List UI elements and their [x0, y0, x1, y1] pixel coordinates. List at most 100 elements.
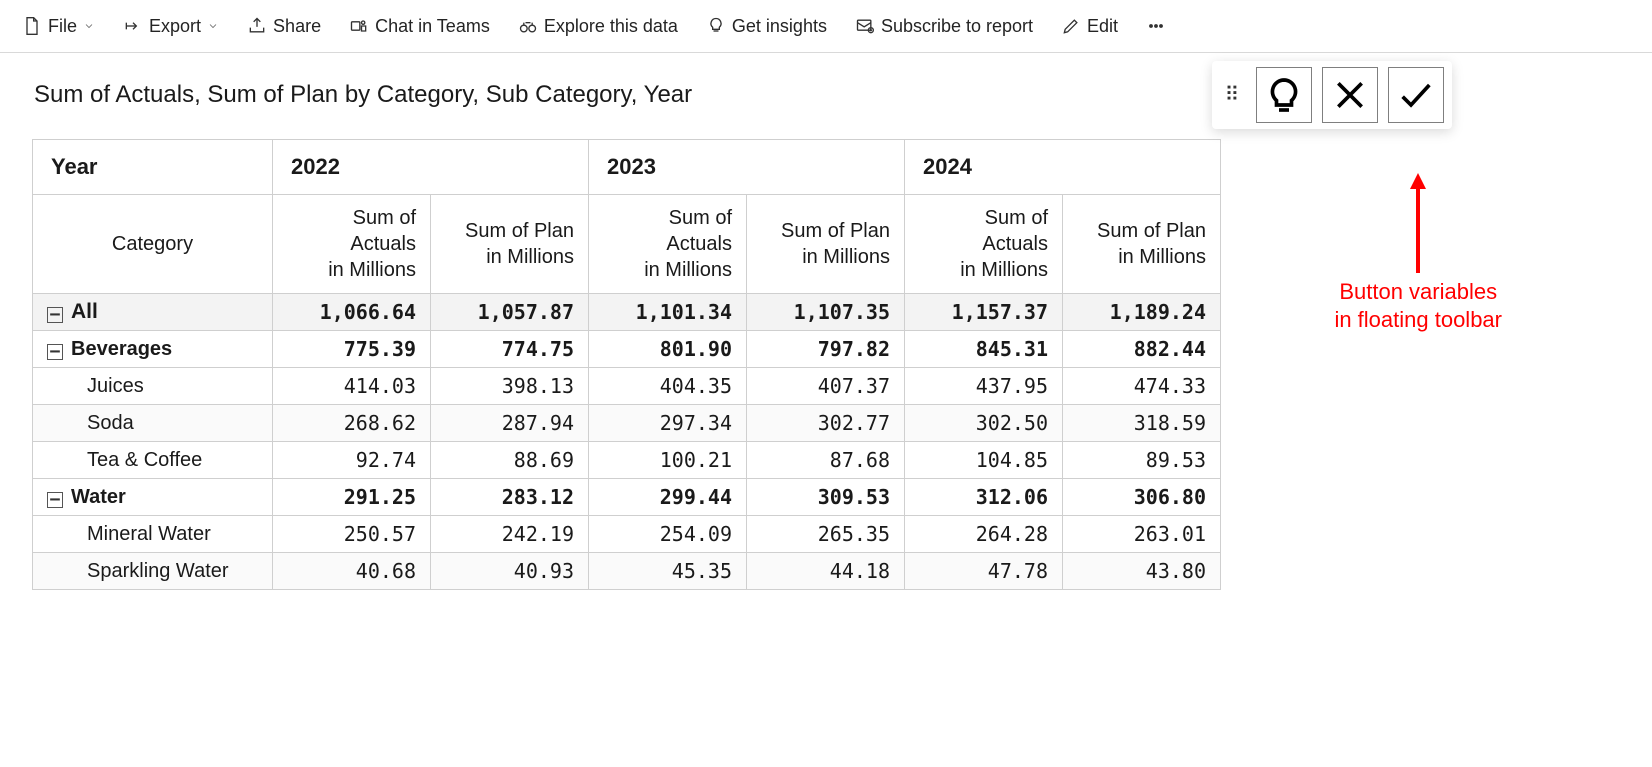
cell-value[interactable]: 882.44	[1063, 331, 1221, 368]
table-row[interactable]: −Beverages775.39774.75801.90797.82845.31…	[33, 331, 1221, 368]
subscribe-button[interactable]: Subscribe to report	[845, 11, 1043, 42]
cell-value[interactable]: 291.25	[273, 479, 431, 516]
cell-value[interactable]: 398.13	[431, 368, 589, 405]
cell-value[interactable]: 297.34	[589, 405, 747, 442]
row-label[interactable]: Sparkling Water	[33, 553, 273, 590]
row-label[interactable]: −Water	[33, 479, 273, 516]
cell-value[interactable]: 242.19	[431, 516, 589, 553]
subscribe-label: Subscribe to report	[881, 16, 1033, 37]
collapse-icon[interactable]: −	[47, 492, 63, 508]
insights-button[interactable]: Get insights	[696, 11, 837, 42]
cell-value[interactable]: 263.01	[1063, 516, 1221, 553]
cancel-button[interactable]	[1322, 67, 1378, 123]
cell-value[interactable]: 474.33	[1063, 368, 1221, 405]
file-icon	[22, 16, 42, 36]
export-menu[interactable]: Export	[113, 11, 229, 42]
binoculars-icon	[518, 16, 538, 36]
measure-header: Sum ofActualsin Millions	[273, 195, 431, 294]
cell-value[interactable]: 1,189.24	[1063, 294, 1221, 331]
row-label[interactable]: Juices	[33, 368, 273, 405]
cell-value[interactable]: 104.85	[905, 442, 1063, 479]
year-col-2024[interactable]: 2024	[905, 140, 1221, 195]
file-label: File	[48, 16, 77, 37]
export-label: Export	[149, 16, 201, 37]
row-label[interactable]: −Beverages	[33, 331, 273, 368]
cell-value[interactable]: 1,101.34	[589, 294, 747, 331]
cell-value[interactable]: 302.50	[905, 405, 1063, 442]
table-row[interactable]: −All1,066.641,057.871,101.341,107.351,15…	[33, 294, 1221, 331]
cell-value[interactable]: 318.59	[1063, 405, 1221, 442]
cell-value[interactable]: 437.95	[905, 368, 1063, 405]
cell-value[interactable]: 268.62	[273, 405, 431, 442]
cell-value[interactable]: 1,157.37	[905, 294, 1063, 331]
file-menu[interactable]: File	[12, 11, 105, 42]
table-row[interactable]: Soda268.62287.94297.34302.77302.50318.59	[33, 405, 1221, 442]
cell-value[interactable]: 774.75	[431, 331, 589, 368]
cell-value[interactable]: 287.94	[431, 405, 589, 442]
cell-value[interactable]: 89.53	[1063, 442, 1221, 479]
cell-value[interactable]: 45.35	[589, 553, 747, 590]
table-row[interactable]: −Water291.25283.12299.44309.53312.06306.…	[33, 479, 1221, 516]
year-col-2022[interactable]: 2022	[273, 140, 589, 195]
cell-value[interactable]: 254.09	[589, 516, 747, 553]
confirm-button[interactable]	[1388, 67, 1444, 123]
cell-value[interactable]: 40.93	[431, 553, 589, 590]
cell-value[interactable]: 283.12	[431, 479, 589, 516]
cell-value[interactable]: 265.35	[747, 516, 905, 553]
collapse-icon[interactable]: −	[47, 307, 63, 323]
drag-handle-icon[interactable]: ⠿	[1220, 67, 1246, 123]
cell-value[interactable]: 302.77	[747, 405, 905, 442]
chat-teams-button[interactable]: Chat in Teams	[339, 11, 500, 42]
table-row[interactable]: Juices414.03398.13404.35407.37437.95474.…	[33, 368, 1221, 405]
cell-value[interactable]: 1,107.35	[747, 294, 905, 331]
smart-narrative-button[interactable]	[1256, 67, 1312, 123]
year-col-2023[interactable]: 2023	[589, 140, 905, 195]
row-label[interactable]: −All	[33, 294, 273, 331]
table-row[interactable]: Sparkling Water40.6840.9345.3544.1847.78…	[33, 553, 1221, 590]
cell-value[interactable]: 43.80	[1063, 553, 1221, 590]
insights-label: Get insights	[732, 16, 827, 37]
collapse-icon[interactable]: −	[47, 344, 63, 360]
cell-value[interactable]: 250.57	[273, 516, 431, 553]
row-label[interactable]: Tea & Coffee	[33, 442, 273, 479]
matrix-visual[interactable]: Year 2022 2023 2024 Category Sum ofActua…	[32, 139, 1221, 590]
measure-header: Sum of Planin Millions	[431, 195, 589, 294]
year-header[interactable]: Year	[33, 140, 273, 195]
cell-value[interactable]: 797.82	[747, 331, 905, 368]
cell-value[interactable]: 299.44	[589, 479, 747, 516]
edit-label: Edit	[1087, 16, 1118, 37]
cell-value[interactable]: 88.69	[431, 442, 589, 479]
share-button[interactable]: Share	[237, 11, 331, 42]
cell-value[interactable]: 414.03	[273, 368, 431, 405]
cell-value[interactable]: 845.31	[905, 331, 1063, 368]
category-header[interactable]: Category	[33, 195, 273, 294]
cell-value[interactable]: 87.68	[747, 442, 905, 479]
explore-button[interactable]: Explore this data	[508, 11, 688, 42]
export-icon	[123, 16, 143, 36]
cell-value[interactable]: 100.21	[589, 442, 747, 479]
top-toolbar: File Export Share Chat in Teams Explore …	[0, 0, 1652, 53]
cell-value[interactable]: 775.39	[273, 331, 431, 368]
cell-value[interactable]: 92.74	[273, 442, 431, 479]
edit-button[interactable]: Edit	[1051, 11, 1128, 42]
cell-value[interactable]: 40.68	[273, 553, 431, 590]
cell-value[interactable]: 47.78	[905, 553, 1063, 590]
more-button[interactable]	[1136, 11, 1176, 41]
row-label[interactable]: Soda	[33, 405, 273, 442]
cell-value[interactable]: 44.18	[747, 553, 905, 590]
cell-value[interactable]: 312.06	[905, 479, 1063, 516]
cell-value[interactable]: 306.80	[1063, 479, 1221, 516]
table-row[interactable]: Mineral Water250.57242.19254.09265.35264…	[33, 516, 1221, 553]
table-row[interactable]: Tea & Coffee92.7488.69100.2187.68104.858…	[33, 442, 1221, 479]
cell-value[interactable]: 404.35	[589, 368, 747, 405]
row-label[interactable]: Mineral Water	[33, 516, 273, 553]
measure-header: Sum of Planin Millions	[1063, 195, 1221, 294]
cell-value[interactable]: 1,066.64	[273, 294, 431, 331]
cell-value[interactable]: 309.53	[747, 479, 905, 516]
cell-value[interactable]: 407.37	[747, 368, 905, 405]
annotation-text: Button variables in floating toolbar	[1334, 278, 1502, 333]
cell-value[interactable]: 264.28	[905, 516, 1063, 553]
cell-value[interactable]: 1,057.87	[431, 294, 589, 331]
measure-header: Sum of Planin Millions	[747, 195, 905, 294]
cell-value[interactable]: 801.90	[589, 331, 747, 368]
